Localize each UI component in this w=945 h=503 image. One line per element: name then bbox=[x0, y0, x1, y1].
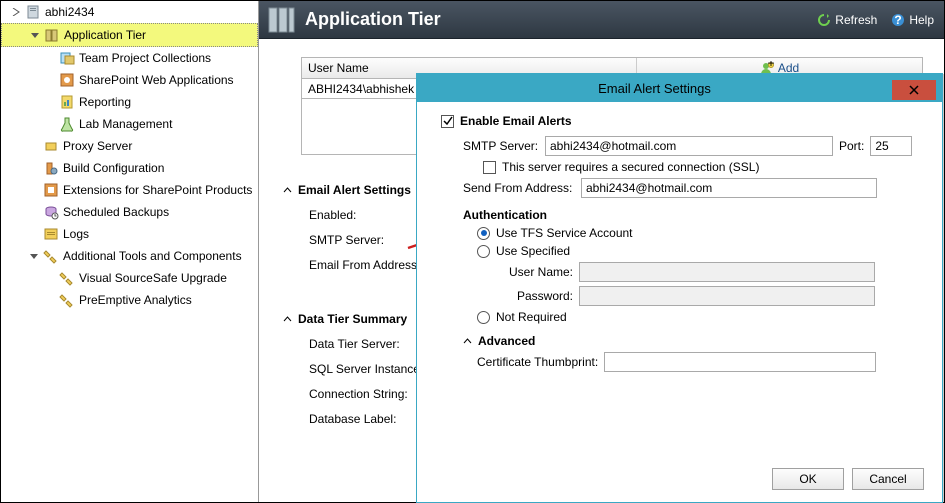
tree-node-preempt[interactable]: PreEmptive Analytics bbox=[1, 289, 258, 311]
proxy-icon bbox=[43, 138, 59, 154]
port-label: Port: bbox=[839, 139, 864, 153]
radio-use-specified[interactable] bbox=[477, 245, 490, 258]
tree-node-scheduled[interactable]: Scheduled Backups bbox=[1, 201, 258, 223]
tree-node-extensions[interactable]: Extensions for SharePoint Products bbox=[1, 179, 258, 201]
ssl-checkbox[interactable] bbox=[483, 161, 496, 174]
cancel-button[interactable]: Cancel bbox=[852, 468, 924, 490]
tree-label: Build Configuration bbox=[63, 161, 164, 175]
tree-node-reporting[interactable]: Reporting bbox=[1, 91, 258, 113]
tree-label: Lab Management bbox=[79, 117, 172, 131]
logs-icon bbox=[43, 226, 59, 242]
port-input[interactable]: 25 bbox=[870, 136, 912, 156]
ok-button[interactable]: OK bbox=[772, 468, 844, 490]
password-input bbox=[579, 286, 875, 306]
help-link[interactable]: ? Help bbox=[891, 13, 934, 27]
tree-label: Team Project Collections bbox=[79, 51, 211, 65]
app-tier-icon bbox=[265, 4, 297, 36]
auth-section: Authentication bbox=[463, 208, 924, 222]
ssl-label: This server requires a secured connectio… bbox=[502, 160, 759, 174]
tree-node-build[interactable]: Build Configuration bbox=[1, 157, 258, 179]
wrench-icon bbox=[59, 270, 75, 286]
email-alert-dialog: Email Alert Settings Enable Email Alerts… bbox=[416, 73, 943, 503]
navigation-tree[interactable]: abhi2434 Application Tier Team Project C… bbox=[1, 1, 259, 502]
tools-icon bbox=[43, 248, 59, 264]
help-icon: ? bbox=[891, 13, 905, 27]
tree-node-proxy[interactable]: Proxy Server bbox=[1, 135, 258, 157]
tree-node-additional[interactable]: Additional Tools and Components bbox=[1, 245, 258, 267]
svg-text:+: + bbox=[767, 61, 774, 70]
tree-node-sharepoint[interactable]: SharePoint Web Applications bbox=[1, 69, 258, 91]
chevron-up-icon bbox=[283, 186, 292, 195]
tree-label: Extensions for SharePoint Products bbox=[63, 183, 252, 197]
tree-label: SharePoint Web Applications bbox=[79, 73, 234, 87]
enable-alerts-label: Enable Email Alerts bbox=[460, 114, 572, 128]
wrench-icon bbox=[59, 292, 75, 308]
server-icon bbox=[25, 4, 41, 20]
user-input bbox=[579, 262, 875, 282]
password-label: Password: bbox=[501, 289, 573, 303]
build-icon bbox=[43, 160, 59, 176]
tree-node-team-project[interactable]: Team Project Collections bbox=[1, 47, 258, 69]
tree-node-application-tier[interactable]: Application Tier bbox=[1, 23, 258, 47]
tree-label: Visual SourceSafe Upgrade bbox=[79, 271, 227, 285]
tree-label: Scheduled Backups bbox=[63, 205, 169, 219]
tree-label: Additional Tools and Components bbox=[63, 249, 242, 263]
tree-label: Logs bbox=[63, 227, 89, 241]
cert-input[interactable] bbox=[604, 352, 876, 372]
cert-label: Certificate Thumbprint: bbox=[477, 355, 598, 369]
close-icon bbox=[909, 85, 919, 95]
servers-icon bbox=[44, 27, 60, 43]
page-title: Application Tier bbox=[305, 9, 803, 30]
tree-label: Proxy Server bbox=[63, 139, 132, 153]
backup-icon bbox=[43, 204, 59, 220]
caret-down-icon[interactable] bbox=[30, 30, 40, 40]
chevron-up-icon bbox=[283, 315, 292, 324]
user-label: User Name: bbox=[501, 265, 573, 279]
smtp-input[interactable]: abhi2434@hotmail.com bbox=[545, 136, 833, 156]
tree-node-lab[interactable]: Lab Management bbox=[1, 113, 258, 135]
dialog-titlebar[interactable]: Email Alert Settings bbox=[417, 74, 942, 102]
caret-down-icon[interactable] bbox=[29, 251, 39, 261]
tree-label: Application Tier bbox=[64, 28, 146, 42]
from-input[interactable]: abhi2434@hotmail.com bbox=[581, 178, 877, 198]
banner: Application Tier Refresh ? Help bbox=[259, 1, 944, 39]
chevron-up-icon bbox=[463, 337, 472, 346]
tree-node-logs[interactable]: Logs bbox=[1, 223, 258, 245]
collection-icon bbox=[59, 50, 75, 66]
caret-icon[interactable] bbox=[11, 7, 21, 17]
enable-alerts-checkbox[interactable] bbox=[441, 115, 454, 128]
refresh-icon bbox=[817, 13, 831, 27]
radio-not-required[interactable] bbox=[477, 311, 490, 324]
report-icon bbox=[59, 94, 75, 110]
advanced-section[interactable]: Advanced bbox=[463, 334, 924, 348]
tree-node-vss[interactable]: Visual SourceSafe Upgrade bbox=[1, 267, 258, 289]
tree-label: PreEmptive Analytics bbox=[79, 293, 192, 307]
extension-icon bbox=[43, 182, 59, 198]
close-button[interactable] bbox=[892, 80, 936, 100]
tree-label: Reporting bbox=[79, 95, 131, 109]
svg-text:?: ? bbox=[895, 13, 902, 27]
dialog-title: Email Alert Settings bbox=[417, 81, 892, 96]
lab-icon bbox=[59, 116, 75, 132]
refresh-link[interactable]: Refresh bbox=[817, 13, 877, 27]
smtp-label: SMTP Server: bbox=[463, 139, 539, 153]
radio-use-tfs[interactable] bbox=[477, 227, 490, 240]
tree-node-root[interactable]: abhi2434 bbox=[1, 1, 258, 23]
sharepoint-icon bbox=[59, 72, 75, 88]
from-label: Send From Address: bbox=[463, 181, 575, 195]
tree-label: abhi2434 bbox=[45, 5, 94, 19]
